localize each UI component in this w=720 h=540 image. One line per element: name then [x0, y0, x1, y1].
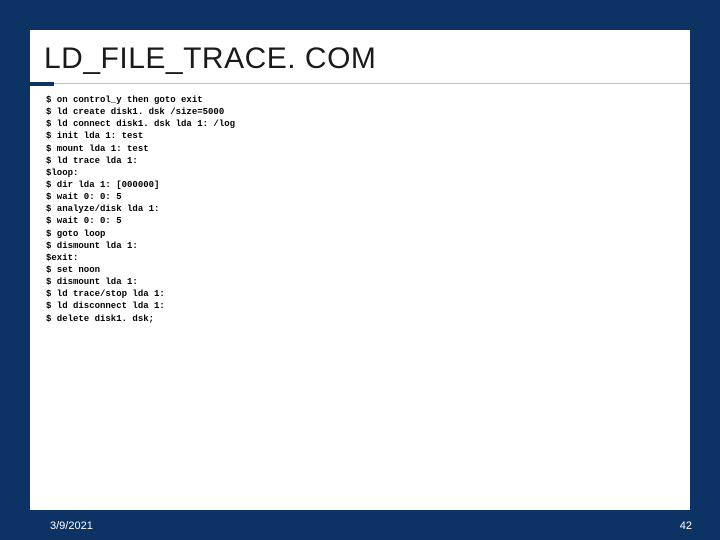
page-title: LD_FILE_TRACE. COM: [44, 42, 676, 76]
footer-date: 3/9/2021: [50, 520, 93, 532]
footer: 3/9/2021 42: [0, 512, 720, 540]
footer-page-number: 42: [680, 520, 692, 532]
slide-content: LD_FILE_TRACE. COM $ on control_y then g…: [30, 30, 690, 510]
title-bar: LD_FILE_TRACE. COM: [30, 30, 690, 84]
title-underline: [30, 82, 690, 86]
code-block: $ on control_y then goto exit $ ld creat…: [30, 84, 690, 325]
underline-line: [54, 83, 690, 84]
underline-accent: [30, 82, 54, 86]
